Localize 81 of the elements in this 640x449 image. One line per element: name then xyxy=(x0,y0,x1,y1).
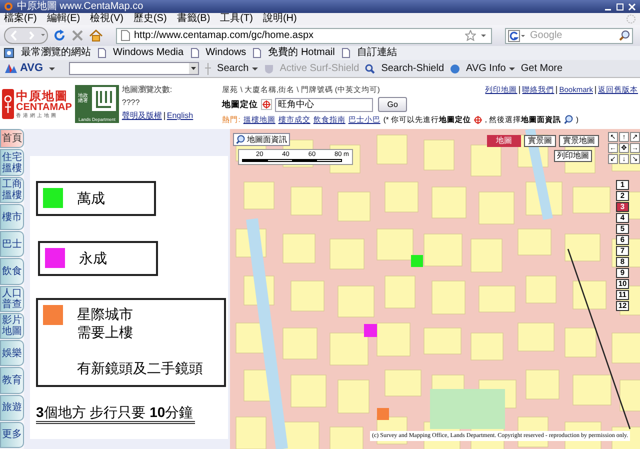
magnifier-icon xyxy=(236,135,245,144)
bookmarks-bar-item[interactable]: 免費的 Hotmail xyxy=(268,48,335,58)
browser-logo-icon xyxy=(4,2,13,11)
menu-item[interactable]: 編輯(E) xyxy=(46,14,80,24)
map-info-button[interactable]: 地圖面資訊 xyxy=(233,133,290,146)
window-title: 中原地圖 www.CentaMap.co xyxy=(17,2,144,12)
logo-emblem-icon xyxy=(2,89,14,119)
address-bar[interactable]: http://www.centamap.com/gc/home.aspx xyxy=(116,28,492,44)
dropdown-caret-icon[interactable] xyxy=(508,66,515,72)
location-input-field[interactable]: 旺角中心 xyxy=(275,98,374,112)
search-input[interactable]: Google xyxy=(530,30,615,41)
dropdown-caret-icon[interactable] xyxy=(49,66,56,72)
page-icon xyxy=(253,48,262,58)
go-button[interactable]: Go xyxy=(378,97,407,112)
visit-count: ???? xyxy=(122,98,141,108)
dropdown-caret-icon[interactable] xyxy=(480,32,487,39)
menu-item[interactable]: 檔案(F) xyxy=(4,14,37,24)
page-icon xyxy=(190,48,199,58)
callout-text: 永成 xyxy=(79,249,107,267)
map-view-tab[interactable]: 地圖 xyxy=(487,135,521,147)
map-view-tab[interactable]: 實景圖 xyxy=(524,135,556,147)
side-tab[interactable]: 娛樂 xyxy=(0,340,24,366)
separator-icon xyxy=(205,62,212,74)
callout-text: 星際城市 需要上樓 xyxy=(77,305,134,341)
side-tab[interactable]: 首頁 xyxy=(0,129,24,148)
reload-icon[interactable] xyxy=(53,29,66,42)
walking-caption: 3個地方 步行只要 10分鐘 xyxy=(36,403,196,424)
page-icon xyxy=(98,48,106,58)
bookmarks-bar-item[interactable]: Windows xyxy=(206,48,246,58)
locate-target-icon xyxy=(474,116,482,124)
header-link[interactable]: English xyxy=(166,111,194,121)
search-label: 地圖定位 xyxy=(222,98,258,111)
callout-note: 有新鏡頭及二手鏡頭 xyxy=(77,359,203,377)
close-icon[interactable] xyxy=(628,2,636,10)
back-forward-icon[interactable] xyxy=(4,27,48,44)
side-tab[interactable]: 人口普查 xyxy=(0,286,24,312)
search-icon[interactable] xyxy=(619,30,630,41)
loading-throbber-icon xyxy=(626,14,636,24)
maximize-icon[interactable] xyxy=(616,2,624,10)
toolbar-button[interactable]: Search xyxy=(217,64,249,74)
lands-emblem-icon xyxy=(92,87,116,111)
toolbar-button[interactable]: Search-Shield xyxy=(381,64,444,74)
menu-item[interactable]: 書籤(B) xyxy=(176,14,210,24)
side-tab[interactable]: 旅遊 xyxy=(0,394,24,421)
avg-logo-icon xyxy=(4,63,18,74)
menu-item[interactable]: 說明(H) xyxy=(262,14,297,24)
dropdown-caret-icon[interactable] xyxy=(252,66,258,72)
search-input-field[interactable] xyxy=(69,62,200,75)
search-engine-icon[interactable] xyxy=(508,30,526,42)
bookmarks-bar-item[interactable]: Windows Media xyxy=(113,48,184,58)
avg-logo: AVG xyxy=(20,63,44,74)
callout-text: 萬成 xyxy=(77,189,105,207)
visit-count-label: 地圖瀏覽次數: xyxy=(122,85,174,95)
bookmark-star-icon[interactable] xyxy=(465,30,476,41)
magnifier-icon xyxy=(365,64,376,74)
bookmarks-bar-item[interactable]: 最常瀏覽的網站 xyxy=(21,48,91,58)
menu-item[interactable]: 檢視(V) xyxy=(90,14,124,24)
locate-target-icon[interactable] xyxy=(261,99,272,110)
page-icon xyxy=(121,30,130,41)
side-tab[interactable]: 影片地圖 xyxy=(0,312,24,340)
menu-item[interactable]: 歷史(S) xyxy=(133,14,167,24)
side-tab[interactable]: 教育 xyxy=(0,367,24,394)
page-icon xyxy=(342,48,350,58)
side-tab[interactable]: 巴士 xyxy=(0,231,24,258)
header-link[interactable]: 聲明及版權 xyxy=(122,111,162,121)
magnifier-icon xyxy=(564,115,573,124)
search-field[interactable]: Google xyxy=(505,28,633,44)
shield-icon xyxy=(264,64,274,74)
side-tab[interactable]: 樓市 xyxy=(0,204,24,230)
toolbar-button[interactable]: Get More xyxy=(520,64,563,74)
toolbar-button[interactable]: AVG Info xyxy=(466,64,506,74)
side-tab[interactable]: 住宅搵樓 xyxy=(0,149,24,176)
side-tab[interactable]: 飲食 xyxy=(0,258,24,285)
menu-item[interactable]: 工具(T) xyxy=(220,14,253,24)
map-view-tab[interactable]: 實景地圖 xyxy=(559,135,599,147)
bookmarks-bar-item[interactable]: 自訂連結 xyxy=(356,48,397,58)
home-icon[interactable] xyxy=(89,29,103,42)
print-map-button[interactable]: 列印地圖 xyxy=(554,150,592,162)
folder-icon xyxy=(4,48,14,58)
side-tab[interactable]: 更多 xyxy=(0,422,24,448)
side-tab[interactable]: 工商搵樓 xyxy=(0,176,24,203)
